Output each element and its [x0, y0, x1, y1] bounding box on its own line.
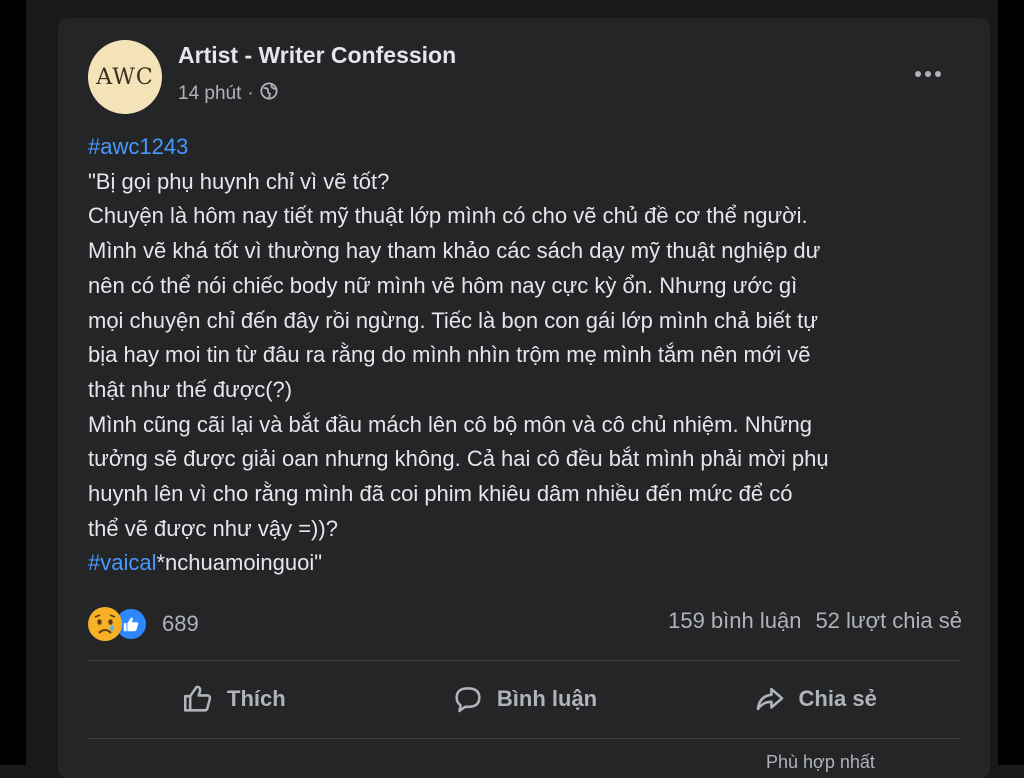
post-actions: Thích Bình luận Chia sẻ	[88, 672, 960, 726]
comment-bubble-icon	[451, 682, 485, 716]
more-options-icon[interactable]	[906, 60, 950, 88]
share-button[interactable]: Chia sẻ	[669, 672, 960, 726]
body-line: huynh lên vì cho rằng mình đã coi phim k…	[88, 481, 793, 507]
post-time[interactable]: 14 phút	[178, 83, 241, 105]
avatar-text: AWC	[96, 64, 154, 90]
body-line: Mình cũng cãi lại và bắt đầu mách lên cô…	[88, 411, 813, 437]
sad-reaction-icon	[88, 607, 122, 641]
meta-separator: ·	[247, 83, 254, 104]
hashtag-link[interactable]: #vaical	[88, 550, 156, 575]
divider	[88, 660, 960, 661]
comment-button[interactable]: Bình luận	[379, 672, 670, 726]
share-label: Chia sẻ	[798, 686, 877, 711]
comments-count-link[interactable]: 159 bình luận	[668, 608, 801, 633]
tail-text: *nchuamoinguoi"	[156, 550, 323, 576]
hashtag-link[interactable]: #awc1243	[88, 130, 968, 165]
body-line: mọi chuyện chỉ đến đây rồi ngừng. Tiếc l…	[88, 307, 818, 333]
reaction-count: 689	[162, 611, 199, 636]
body-line: Chuyện là hôm nay tiết mỹ thuật lớp mình…	[88, 203, 808, 229]
comment-sort-label[interactable]: Phù hợp nhất	[766, 752, 875, 773]
share-arrow-icon	[753, 682, 787, 716]
reactions-summary[interactable]: 689	[88, 602, 199, 646]
more-dot	[915, 71, 921, 77]
avatar[interactable]: AWC	[88, 40, 162, 114]
shares-count-link[interactable]: 52 lượt chia sẻ	[815, 608, 962, 633]
more-dot	[925, 71, 931, 77]
like-button[interactable]: Thích	[88, 672, 379, 726]
body-line: thật như thế được(?)	[88, 376, 293, 402]
divider	[88, 738, 960, 739]
post-author[interactable]: Artist - Writer Confession	[178, 42, 456, 69]
comment-label: Bình luận	[496, 686, 598, 711]
body-line: tưởng sẽ được giải oan nhưng không. Cả h…	[88, 446, 829, 472]
body-line: nên có thể nói chiếc body nữ mình vẽ hôm…	[88, 272, 798, 298]
body-line: "Bị gọi phụ huynh chỉ vì vẽ tốt?	[88, 168, 390, 194]
body-line: thể vẽ được như vậy =))?	[88, 515, 338, 541]
left-border	[0, 0, 26, 765]
body-line: bịa hay moi tin từ đâu ra rằng do mình n…	[88, 342, 811, 368]
thumbs-up-icon	[181, 682, 215, 716]
more-dot	[935, 71, 941, 77]
body-line-final: #vaical*nchuamoinguoi"	[88, 546, 968, 581]
post-meta: 14 phút ·	[178, 82, 278, 106]
post-content: #awc1243 "Bị gọi phụ huynh chỉ vì vẽ tốt…	[88, 130, 968, 581]
right-border	[998, 0, 1024, 765]
body-line: Mình vẽ khá tốt vì thường hay tham khảo …	[88, 238, 821, 264]
like-label: Thích	[227, 686, 286, 711]
globe-icon	[260, 82, 278, 106]
post-stats: 159 bình luận 52 lượt chia sẻ	[668, 608, 962, 634]
